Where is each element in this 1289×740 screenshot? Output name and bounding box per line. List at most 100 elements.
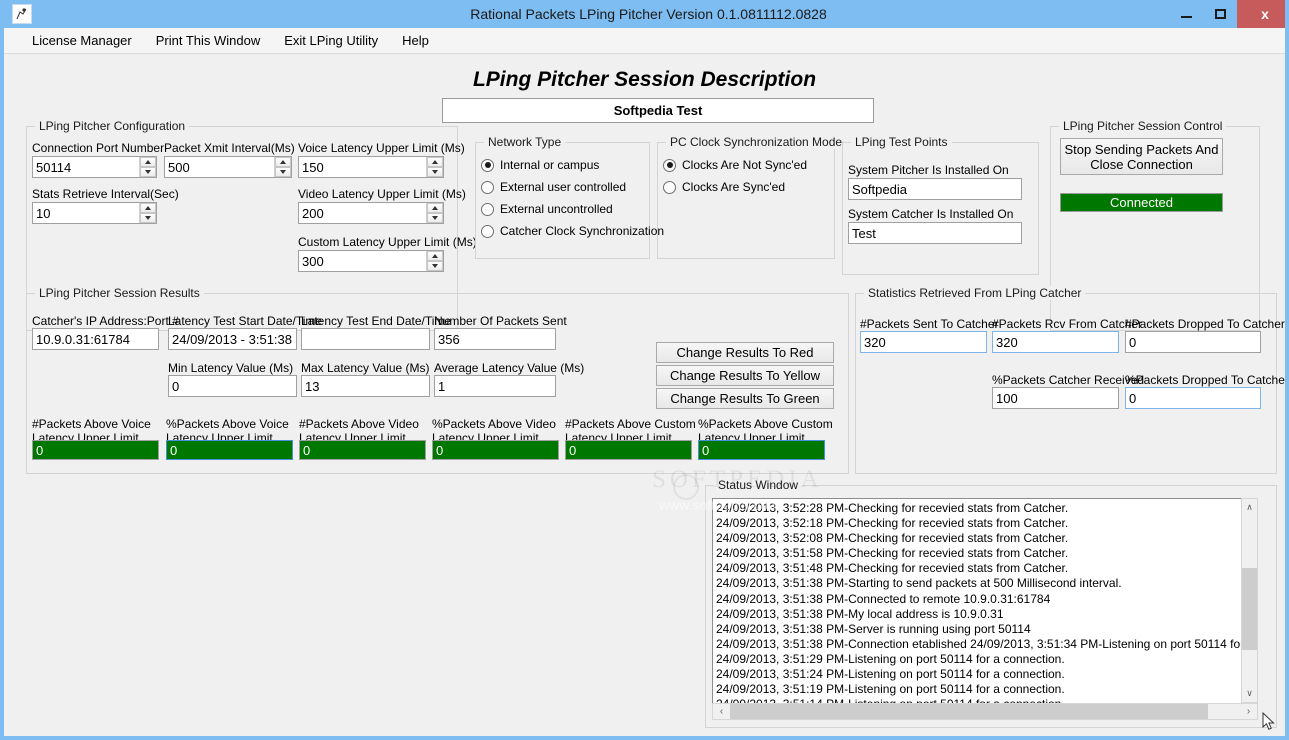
packets-above-video-percent-field[interactable]: 0 bbox=[432, 440, 559, 460]
packets-above-voice-percent-field[interactable]: 0 bbox=[166, 440, 293, 460]
latency-end-field[interactable] bbox=[301, 328, 430, 350]
menu-item-print-this-window[interactable]: Print This Window bbox=[144, 30, 273, 51]
video-latency-limit-value: 200 bbox=[302, 205, 324, 221]
session-description-field[interactable]: Softpedia Test bbox=[442, 98, 874, 123]
average-latency-field[interactable]: 1 bbox=[434, 375, 556, 397]
status-window-group-title: Status Window bbox=[714, 478, 803, 492]
spin-up-icon[interactable] bbox=[140, 157, 156, 167]
packets-above-custom-percent-label-1: %Packets Above Custom bbox=[698, 417, 833, 431]
spin-down-icon[interactable] bbox=[275, 167, 291, 177]
custom-latency-limit-value: 300 bbox=[302, 253, 324, 269]
packets-dropped-to-catcher-field[interactable]: 0 bbox=[1125, 331, 1261, 353]
packets-sent-field[interactable]: 356 bbox=[434, 328, 556, 350]
change-results-to-green-button[interactable]: Change Results To Green bbox=[656, 388, 834, 409]
custom-latency-limit-input[interactable]: 300 bbox=[298, 250, 444, 272]
spin-up-icon[interactable] bbox=[275, 157, 291, 167]
vertical-scroll-thumb[interactable] bbox=[1242, 568, 1257, 650]
scroll-up-button[interactable]: ∧ bbox=[1242, 499, 1257, 516]
minimize-button[interactable] bbox=[1169, 0, 1203, 28]
min-latency-field[interactable]: 0 bbox=[168, 375, 297, 397]
radio-clocks-synced[interactable]: Clocks Are Sync'ed bbox=[663, 180, 785, 194]
packets-sent-to-catcher-field[interactable]: 320 bbox=[860, 331, 987, 353]
connection-port-input[interactable]: 50114 bbox=[32, 156, 157, 178]
packets-above-custom-count-field[interactable]: 0 bbox=[565, 440, 692, 460]
pitcher-installed-field[interactable]: Softpedia bbox=[848, 178, 1022, 200]
packets-above-voice-percent-label-1: %Packets Above Voice bbox=[166, 417, 289, 431]
menu-item-license-manager[interactable]: License Manager bbox=[20, 30, 144, 51]
catcher-installed-field[interactable]: Test bbox=[848, 222, 1022, 244]
voice-latency-limit-value: 150 bbox=[302, 159, 324, 175]
close-icon: x bbox=[1261, 6, 1269, 22]
spin-up-icon[interactable] bbox=[140, 203, 156, 213]
test-points-group-title: LPing Test Points bbox=[851, 135, 952, 149]
radio-internal-or-campus[interactable]: Internal or campus bbox=[481, 158, 599, 172]
vertical-scroll-track[interactable] bbox=[1242, 516, 1257, 685]
menu-item-help[interactable]: Help bbox=[390, 30, 441, 51]
configuration-group-title: LPing Pitcher Configuration bbox=[35, 119, 190, 133]
latency-end-label: Latency Test End Date/Time bbox=[301, 314, 452, 328]
spin-up-icon[interactable] bbox=[427, 157, 443, 167]
list-item: 24/09/2013, 3:51:38 PM-Server is running… bbox=[716, 621, 1031, 636]
packets-above-video-count-label-1: #Packets Above Video bbox=[299, 417, 419, 431]
stats-retrieve-interval-input[interactable]: 10 bbox=[32, 202, 157, 224]
horizontal-scroll-track[interactable] bbox=[730, 704, 1240, 719]
packets-sent-to-catcher-label: #Packets Sent To Catcher bbox=[860, 317, 999, 331]
status-log-list[interactable]: 24/09/2013, 3:52:28 PM-Checking for rece… bbox=[712, 498, 1257, 720]
spin-up-icon[interactable] bbox=[427, 203, 443, 213]
video-latency-limit-input[interactable]: 200 bbox=[298, 202, 444, 224]
list-item: 24/09/2013, 3:52:18 PM-Checking for rece… bbox=[716, 516, 1069, 531]
stats-retrieve-interval-spinner[interactable] bbox=[139, 203, 156, 223]
change-results-to-yellow-button[interactable]: Change Results To Yellow bbox=[656, 365, 834, 386]
connection-port-spinner[interactable] bbox=[139, 157, 156, 177]
percent-packets-dropped-to-catcher-label: %Packets Dropped To Catcher bbox=[1125, 373, 1289, 387]
radio-external-user-controlled[interactable]: External user controlled bbox=[481, 180, 626, 194]
percent-packets-catcher-received-field[interactable]: 100 bbox=[992, 387, 1119, 409]
latency-start-field[interactable]: 24/09/2013 - 3:51:38 PM bbox=[168, 328, 297, 350]
scroll-left-button[interactable]: ‹ bbox=[713, 704, 730, 719]
spin-down-icon[interactable] bbox=[427, 167, 443, 177]
spin-down-icon[interactable] bbox=[140, 167, 156, 177]
spin-down-icon[interactable] bbox=[140, 213, 156, 223]
list-item: 24/09/2013, 3:51:19 PM-Listening on port… bbox=[716, 682, 1065, 697]
radio-catcher-clock-synchronization[interactable]: Catcher Clock Synchronization bbox=[481, 224, 664, 238]
close-button[interactable]: x bbox=[1237, 0, 1285, 28]
average-latency-label: Average Latency Value (Ms) bbox=[434, 361, 585, 375]
custom-latency-limit-spinner[interactable] bbox=[426, 251, 443, 271]
client-area: LPing Pitcher Session Description Softpe… bbox=[4, 54, 1285, 736]
change-results-to-red-button[interactable]: Change Results To Red bbox=[656, 342, 834, 363]
stop-sending-packets-button[interactable]: Stop Sending Packets And Close Connectio… bbox=[1060, 138, 1223, 175]
connection-status-badge: Connected bbox=[1060, 193, 1223, 212]
scroll-down-button[interactable]: ∨ bbox=[1242, 685, 1257, 702]
watermark-ring-icon bbox=[673, 474, 699, 500]
packet-xmit-interval-label: Packet Xmit Interval(Ms) bbox=[164, 141, 295, 155]
video-latency-limit-spinner[interactable] bbox=[426, 203, 443, 223]
max-latency-field[interactable]: 13 bbox=[301, 375, 430, 397]
packets-rcv-from-catcher-field[interactable]: 320 bbox=[992, 331, 1119, 353]
spin-up-icon[interactable] bbox=[427, 251, 443, 261]
list-item: 24/09/2013, 3:52:08 PM-Checking for rece… bbox=[716, 531, 1069, 546]
percent-packets-dropped-to-catcher-field[interactable]: 0 bbox=[1125, 387, 1261, 409]
horizontal-scroll-thumb[interactable] bbox=[730, 704, 1208, 719]
radio-external-uncontrolled[interactable]: External uncontrolled bbox=[481, 202, 613, 216]
packet-xmit-interval-spinner[interactable] bbox=[274, 157, 291, 177]
menu-item-exit-lping-utility[interactable]: Exit LPing Utility bbox=[272, 30, 390, 51]
voice-latency-limit-input[interactable]: 150 bbox=[298, 156, 444, 178]
scroll-right-button[interactable]: › bbox=[1240, 704, 1257, 719]
list-item: 24/09/2013, 3:52:28 PM-Checking for rece… bbox=[716, 501, 1069, 515]
packets-above-voice-count-field[interactable]: 0 bbox=[32, 440, 159, 460]
spin-down-icon[interactable] bbox=[427, 261, 443, 271]
maximize-button[interactable] bbox=[1203, 0, 1237, 28]
packets-above-voice-count-label-1: #Packets Above Voice bbox=[32, 417, 151, 431]
catcher-ip-field[interactable]: 10.9.0.31:61784 bbox=[32, 328, 159, 350]
percent-packets-catcher-received-label: %Packets Catcher Received bbox=[992, 373, 1145, 387]
packets-above-video-count-field[interactable]: 0 bbox=[299, 440, 426, 460]
packets-above-custom-percent-field[interactable]: 0 bbox=[698, 440, 825, 460]
packet-xmit-interval-input[interactable]: 500 bbox=[164, 156, 292, 178]
list-item: 24/09/2013, 3:51:38 PM-Starting to send … bbox=[716, 576, 1122, 591]
status-log-horizontal-scrollbar[interactable]: ‹ › bbox=[712, 703, 1258, 720]
radio-unselected-icon bbox=[481, 180, 494, 194]
status-log-vertical-scrollbar[interactable]: ∧ ∨ bbox=[1241, 498, 1258, 703]
voice-latency-limit-spinner[interactable] bbox=[426, 157, 443, 177]
spin-down-icon[interactable] bbox=[427, 213, 443, 223]
radio-clocks-not-synced[interactable]: Clocks Are Not Sync'ed bbox=[663, 158, 807, 172]
